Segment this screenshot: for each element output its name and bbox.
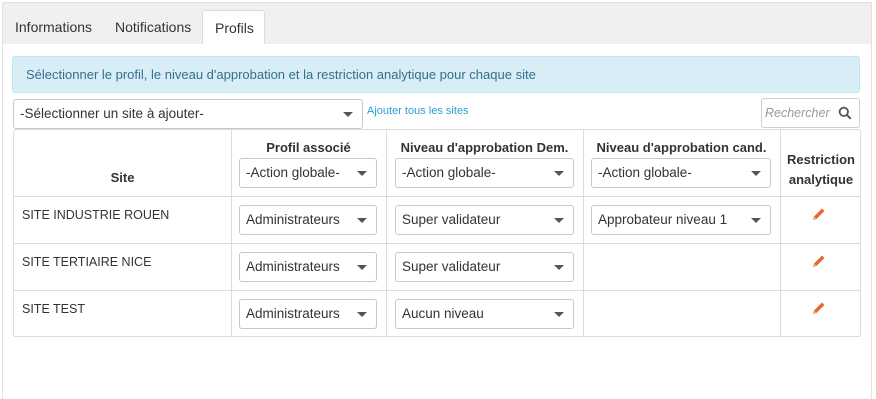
- row-profil-select[interactable]: Administrateurs: [239, 299, 377, 329]
- caret-down-icon: [751, 218, 761, 223]
- info-banner: Sélectionner le profil, le niveau d'appr…: [12, 56, 860, 93]
- caret-down-icon: [357, 265, 367, 270]
- site-name: SITE INDUSTRIE ROUEN: [22, 208, 170, 222]
- caret-down-icon: [357, 171, 367, 176]
- pencil-icon[interactable]: [811, 300, 827, 316]
- global-profil-select[interactable]: -Action globale-: [239, 158, 377, 188]
- site-select-value: -Sélectionner un site à ajouter-: [20, 106, 204, 121]
- global-niveau-cand-select[interactable]: -Action globale-: [591, 158, 771, 188]
- tab-notifications[interactable]: Notifications: [103, 10, 203, 47]
- row-niveau-dem-select[interactable]: Super validateur: [395, 252, 574, 282]
- pencil-icon[interactable]: [811, 206, 827, 222]
- search-icon[interactable]: [838, 106, 852, 120]
- pencil-icon[interactable]: [811, 253, 827, 269]
- caret-down-icon: [554, 265, 564, 270]
- tab-informations[interactable]: Informations: [3, 10, 104, 47]
- search-input[interactable]: [765, 103, 837, 123]
- caret-down-icon: [343, 112, 353, 117]
- caret-down-icon: [357, 312, 367, 317]
- tab-profils[interactable]: Profils: [202, 10, 265, 47]
- global-niveau-dem-select[interactable]: -Action globale-: [395, 158, 574, 188]
- site-name: SITE TERTIAIRE NICE: [22, 255, 152, 269]
- sites-table: Site Profil associé Niveau d'approbation…: [13, 129, 861, 337]
- header-restriction: Restriction analytique: [787, 152, 855, 187]
- row-niveau-dem-select[interactable]: Super validateur: [395, 205, 574, 235]
- caret-down-icon: [554, 218, 564, 223]
- row-profil-select[interactable]: Administrateurs: [239, 252, 377, 282]
- header-profil: Profil associé: [266, 140, 351, 155]
- site-select[interactable]: -Sélectionner un site à ajouter-: [13, 99, 363, 129]
- caret-down-icon: [357, 218, 367, 223]
- caret-down-icon: [751, 171, 761, 176]
- caret-down-icon: [554, 312, 564, 317]
- add-all-sites-link[interactable]: Ajouter tous les sites: [367, 105, 469, 117]
- header-site: Site: [110, 170, 135, 185]
- tab-bar: Informations Notifications Profils: [2, 2, 872, 47]
- caret-down-icon: [554, 171, 564, 176]
- row-niveau-dem-select[interactable]: Aucun niveau: [395, 299, 574, 329]
- site-name: SITE TEST: [22, 302, 85, 316]
- search-box: [761, 98, 860, 128]
- row-niveau-cand-select[interactable]: Approbateur niveau 1: [591, 205, 771, 235]
- row-profil-select[interactable]: Administrateurs: [239, 205, 377, 235]
- header-niveau-cand: Niveau d'approbation cand.: [596, 140, 767, 155]
- header-niveau-dem: Niveau d'approbation Dem.: [400, 140, 569, 155]
